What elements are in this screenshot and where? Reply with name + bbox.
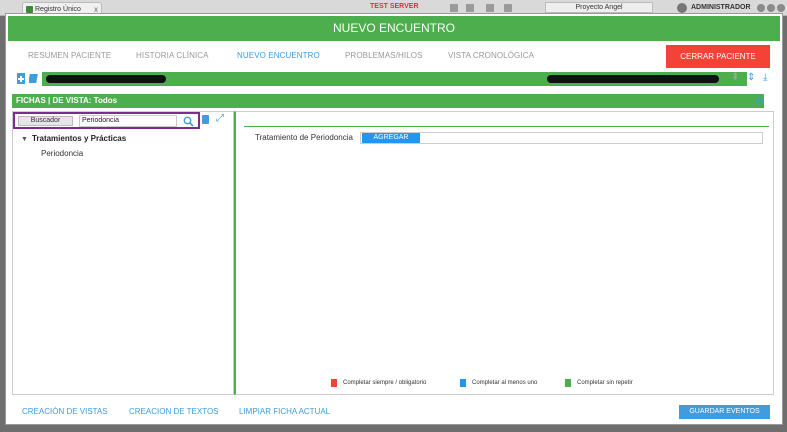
bookmark-blue-icon bbox=[460, 379, 466, 387]
legend-label: Completar siempre / obligatorio bbox=[343, 380, 427, 386]
legend-label: Completar al menos uno bbox=[472, 380, 538, 386]
patient-name-redacted bbox=[46, 75, 166, 83]
legend-label: Completar sin repetir bbox=[577, 380, 633, 386]
ficha-form-panel: Tratamiento de Periodoncia AGREGAR Compl… bbox=[234, 111, 774, 395]
buscador-button[interactable]: Buscador bbox=[18, 116, 73, 126]
patient-info-bar bbox=[42, 72, 747, 86]
guardar-eventos-button[interactable]: GUARDAR EVENTOS bbox=[679, 405, 770, 419]
close-window-icon[interactable] bbox=[777, 4, 785, 12]
collapse-icon[interactable]: ⇕ bbox=[747, 72, 755, 83]
server-label: TEST SERVER bbox=[370, 3, 419, 10]
gear-icon[interactable]: ⚙ bbox=[754, 95, 765, 107]
encounter-window: NUEVO ENCUENTRO RESUMEN PACIENTE HISTORI… bbox=[5, 13, 783, 425]
minimize-icon[interactable] bbox=[757, 4, 765, 12]
tab-label: Registro Único bbox=[35, 6, 81, 13]
legend-item-sin-repetir: Completar sin repetir bbox=[565, 379, 633, 387]
window-title: NUEVO ENCUENTRO bbox=[8, 16, 780, 41]
app-icon bbox=[26, 6, 33, 13]
legend-item-al-menos-uno: Completar al menos uno bbox=[460, 379, 538, 387]
bell-icon[interactable] bbox=[486, 4, 494, 12]
expand-icon[interactable]: ⤢ bbox=[216, 113, 224, 124]
fichas-header: FICHAS | DE VISTA: Todos bbox=[12, 94, 764, 108]
limpiar-ficha-link[interactable]: LIMPIAR FICHA ACTUAL bbox=[239, 407, 330, 416]
patient-data-redacted bbox=[547, 75, 719, 83]
patient-bar: ⇞ ⇕ ⤓ bbox=[16, 72, 774, 86]
search-icon[interactable] bbox=[183, 116, 194, 127]
bookmark-red-icon bbox=[331, 379, 337, 387]
print-icon[interactable] bbox=[450, 4, 458, 12]
tab-resumen-paciente[interactable]: RESUMEN PACIENTE bbox=[28, 51, 111, 60]
search-input[interactable]: Periodoncia bbox=[79, 115, 177, 127]
project-selector[interactable]: Proyecto Angel bbox=[545, 2, 653, 13]
move-top-icon[interactable]: ⇞ bbox=[731, 72, 739, 83]
user-name[interactable]: ADMINISTRADOR bbox=[691, 4, 751, 11]
agregar-button[interactable]: AGREGAR bbox=[362, 133, 420, 143]
divider bbox=[244, 126, 769, 127]
main-nav: RESUMEN PACIENTE HISTORIA CLÍNICA NUEVO … bbox=[6, 41, 782, 70]
form-row-label: Tratamiento de Periodoncia bbox=[255, 133, 353, 142]
search-box: Buscador Periodoncia bbox=[13, 112, 200, 129]
tree-group-tratamientos[interactable]: ▼ Tratamientos y Prácticas bbox=[21, 134, 126, 143]
trash-icon[interactable] bbox=[202, 115, 209, 124]
footer-bar: CREACIÓN DE VISTAS CREACION DE TEXTOS LI… bbox=[6, 400, 782, 424]
creacion-vistas-link[interactable]: CREACIÓN DE VISTAS bbox=[22, 407, 108, 416]
form-row-field[interactable] bbox=[360, 132, 763, 144]
close-patient-button[interactable]: CERRAR PACIENTE bbox=[666, 45, 770, 68]
tab-historia-clinica[interactable]: HISTORIA CLÍNICA bbox=[136, 51, 209, 60]
chevron-down-icon[interactable]: ▼ bbox=[21, 136, 28, 143]
tree-group-label: Tratamientos y Prácticas bbox=[31, 134, 127, 143]
tab-vista-cronologica[interactable]: VISTA CRONOLÓGICA bbox=[448, 51, 534, 60]
tab-problemas-hilos[interactable]: PROBLEMAS/HILOS bbox=[345, 51, 423, 60]
lock-icon[interactable] bbox=[504, 4, 512, 12]
tree-item-periodoncia[interactable]: Periodoncia bbox=[41, 149, 83, 158]
move-bottom-icon[interactable]: ⤓ bbox=[763, 72, 767, 83]
creacion-textos-link[interactable]: CREACION DE TEXTOS bbox=[129, 407, 219, 416]
user-avatar-icon[interactable] bbox=[677, 3, 687, 13]
desktop-background bbox=[0, 425, 787, 432]
folder-icon[interactable] bbox=[466, 4, 474, 12]
bookmark-green-icon bbox=[565, 379, 571, 387]
new-document-icon[interactable] bbox=[16, 73, 26, 84]
book-icon[interactable] bbox=[29, 73, 39, 84]
legend-item-obligatorio: Completar siempre / obligatorio bbox=[331, 379, 427, 387]
fichas-tree-panel: Buscador Periodoncia ⤢ ▼ Tratamientos y P… bbox=[12, 111, 234, 395]
tab-nuevo-encuentro[interactable]: NUEVO ENCUENTRO bbox=[237, 51, 320, 60]
maximize-icon[interactable] bbox=[767, 4, 775, 12]
